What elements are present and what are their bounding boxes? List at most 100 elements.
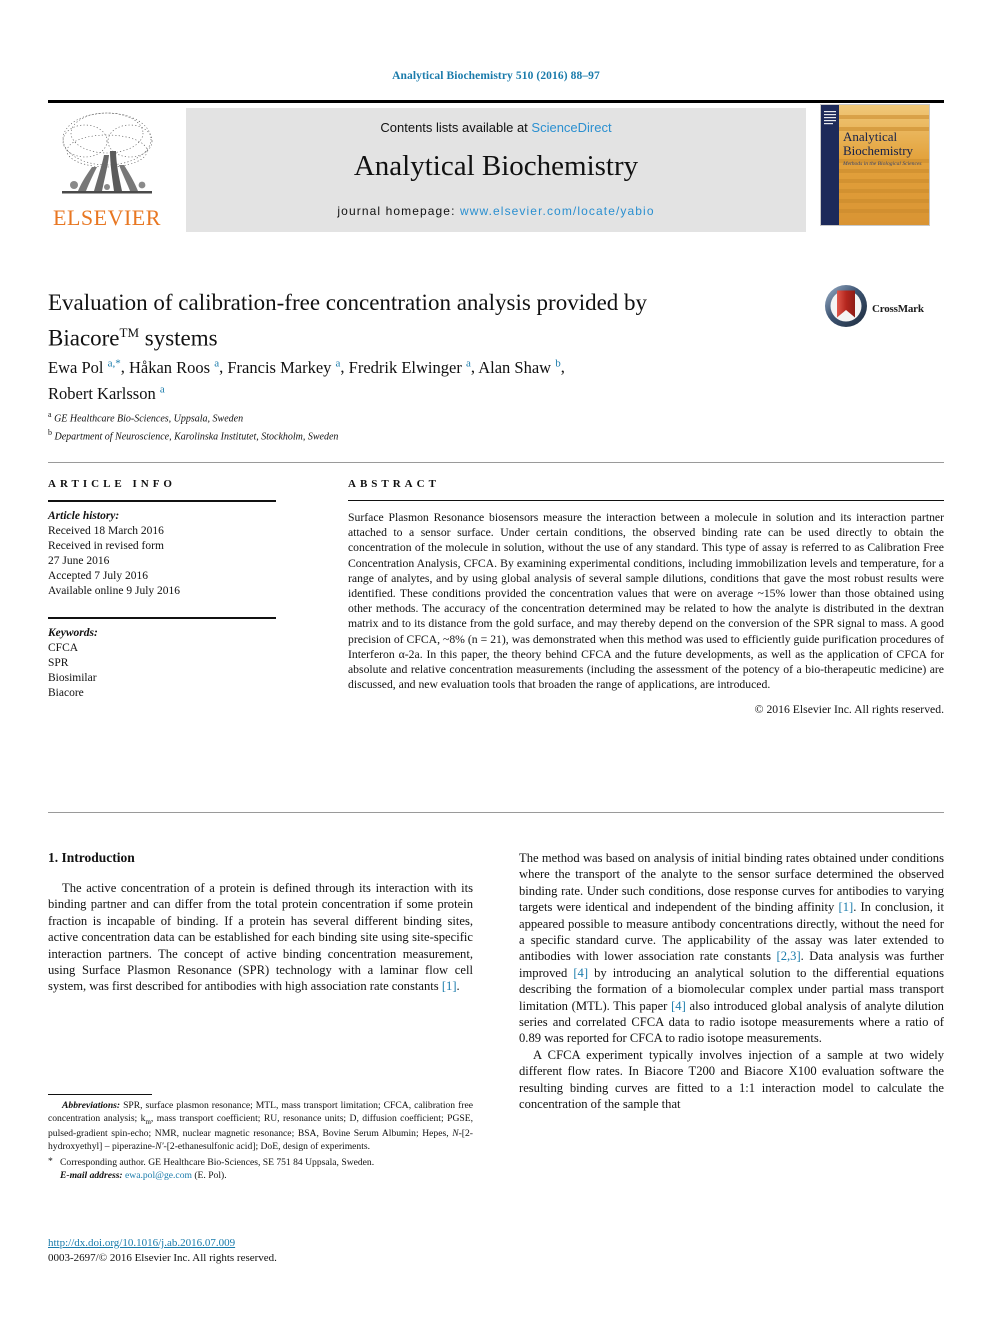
author-name: Robert Karlsson	[48, 384, 156, 403]
citation-ref[interactable]: [2,3]	[777, 949, 801, 963]
journal-homepage-link[interactable]: www.elsevier.com/locate/yabio	[460, 204, 655, 218]
paragraph: A CFCA experiment typically involves inj…	[519, 1047, 944, 1112]
affiliation-mark: a	[48, 410, 52, 419]
author-marks: a	[214, 357, 220, 369]
author-item: Alan Shaw b	[478, 357, 561, 377]
crossmark-icon	[825, 285, 867, 327]
history-item: Available online 9 July 2016	[48, 585, 181, 597]
author-marks: a	[335, 357, 341, 369]
paragraph-text-end: .	[456, 979, 460, 994]
keyword-item: Biacore	[48, 687, 84, 699]
history-item: 27 June 2016	[48, 555, 110, 567]
corresponding-author-marker: *	[48, 1156, 53, 1168]
abstract-bottom-rule	[48, 812, 944, 813]
paragraph: The active concentration of a protein is…	[48, 880, 473, 995]
abbreviations-italic-2: N'	[155, 1140, 164, 1152]
keyword-item: Biosimilar	[48, 672, 97, 684]
journal-homepage-line: journal homepage: www.elsevier.com/locat…	[186, 204, 806, 218]
trademark-mark: TM	[119, 325, 140, 340]
journal-cover-thumbnail: Analytical Biochemistry Methods in the B…	[820, 104, 930, 226]
paragraph: The method was based on analysis of init…	[519, 850, 944, 1047]
abstract-copyright: © 2016 Elsevier Inc. All rights reserved…	[754, 703, 944, 717]
author-marks: a	[159, 383, 165, 396]
author-name: Ewa Pol	[48, 357, 104, 377]
affiliation-mark: b	[48, 427, 52, 437]
abstract-text: Surface Plasmon Resonance biosensors mea…	[348, 511, 944, 692]
author-item: Francis Markey a	[227, 357, 341, 377]
author-name: Fredrik Elwinger	[348, 357, 462, 377]
keywords-block: Keywords: CFCA SPR Biosimilar Biacore	[48, 626, 313, 701]
citation-ref[interactable]: [1]	[442, 979, 457, 993]
elsevier-tree-icon	[52, 107, 162, 203]
title-line-2-rest: systems	[139, 325, 218, 351]
elsevier-wordmark: ELSEVIER	[53, 205, 161, 230]
author-item: Robert Karlsson a	[48, 383, 165, 404]
article-history-label: Article history:	[48, 510, 120, 522]
affiliation-item: b Department of Neuroscience, Karolinska…	[48, 426, 648, 444]
abstract-rule	[348, 500, 944, 501]
affiliation-text: GE Healthcare Bio-Sciences, Uppsala, Swe…	[54, 413, 244, 425]
affiliation-list: a GE Healthcare Bio-Sciences, Uppsala, S…	[48, 408, 648, 444]
journal-masthead: ELSEVIER Contents lists available at Sci…	[48, 100, 944, 232]
contents-available-line: Contents lists available at ScienceDirec…	[186, 120, 806, 135]
abstract-heading: ABSTRACT	[348, 478, 440, 490]
abbreviations-label: Abbreviations:	[62, 1100, 121, 1111]
keywords-rule	[48, 617, 276, 619]
contents-prefix: Contents lists available at	[380, 120, 532, 135]
paragraph-text: The active concentration of a protein is…	[48, 881, 473, 994]
author-marks: b	[555, 357, 561, 369]
citation-ref[interactable]: [4]	[573, 966, 588, 980]
keyword-item: CFCA	[48, 642, 79, 654]
affiliation-text: Department of Neuroscience, Karolinska I…	[54, 431, 339, 443]
sciencedirect-link[interactable]: ScienceDirect	[531, 120, 611, 135]
abstract-block: ABSTRACT Surface Plasmon Resonance biose…	[348, 478, 944, 716]
article-info-block: ARTICLE INFO Article history: Received 1…	[48, 478, 313, 701]
email-link[interactable]: ewa.pol@ge.com	[125, 1170, 192, 1181]
elsevier-logo: ELSEVIER	[48, 107, 166, 232]
doi-link[interactable]: http://dx.doi.org/10.1016/j.ab.2016.07.0…	[48, 1236, 478, 1251]
body-column-right: The method was based on analysis of init…	[519, 850, 944, 1113]
info-section-top-rule	[48, 462, 944, 463]
footnote-block: Abbreviations: SPR, surface plasmon reso…	[48, 1100, 473, 1182]
crossmark-label: CrossMark	[872, 303, 924, 315]
author-item: Fredrik Elwinger a	[348, 357, 471, 377]
running-head: Analytical Biochemistry 510 (2016) 88–97	[392, 70, 600, 82]
keywords-label: Keywords:	[48, 627, 98, 639]
author-marks: a	[465, 357, 471, 369]
history-item: Received 18 March 2016	[48, 525, 164, 537]
abbreviations-text-4: -[2-ethanesulfonic acid]; DoE, design of…	[163, 1140, 371, 1152]
section-heading-introduction: 1. Introduction	[48, 850, 135, 865]
masthead-panel: Contents lists available at ScienceDirec…	[186, 108, 806, 232]
page-title: Evaluation of calibration-free concentra…	[48, 288, 808, 354]
author-item: Håkan Roos a	[128, 357, 220, 377]
journal-title: Analytical Biochemistry	[353, 150, 639, 182]
svg-text:Biochemistry: Biochemistry	[843, 143, 914, 158]
title-line-1: Evaluation of calibration-free concentra…	[48, 290, 648, 315]
article-first-page: Analytical Biochemistry 510 (2016) 88–97	[0, 0, 992, 1323]
abbreviations-note: Abbreviations: SPR, surface plasmon reso…	[48, 1100, 473, 1153]
body-column-left: 1. Introduction The active concentration…	[48, 850, 473, 995]
article-history: Article history: Received 18 March 2016 …	[48, 509, 313, 599]
issn-copyright-line: 0003-2697/© 2016 Elsevier Inc. All right…	[48, 1252, 277, 1264]
footnote-rule	[48, 1094, 152, 1095]
svg-text:Methods in the Biological Scie: Methods in the Biological Sciences	[842, 161, 922, 167]
citation-ref[interactable]: [4]	[671, 999, 686, 1013]
svg-text:Analytical: Analytical	[843, 129, 898, 144]
email-suffix: (E. Pol).	[191, 1169, 227, 1181]
masthead-top-rule	[48, 100, 944, 103]
citation-ref[interactable]: [1]	[839, 900, 854, 914]
author-name: Alan Shaw	[478, 357, 552, 377]
keyword-item: SPR	[48, 657, 69, 669]
crossmark-badge[interactable]: CrossMark	[824, 284, 944, 340]
article-info-rule	[48, 500, 276, 502]
author-name: Håkan Roos	[128, 357, 211, 377]
doi-block: http://dx.doi.org/10.1016/j.ab.2016.07.0…	[48, 1236, 478, 1266]
email-label: E-mail address:	[60, 1169, 123, 1181]
history-item: Accepted 7 July 2016	[48, 570, 148, 582]
author-name: Francis Markey	[227, 357, 332, 377]
author-list: Ewa Pol a,*, Håkan Roos a, Francis Marke…	[48, 357, 565, 404]
history-item: Received in revised form	[48, 540, 164, 552]
affiliation-item: a GE Healthcare Bio-Sciences, Uppsala, S…	[48, 408, 648, 426]
corresponding-author-text: Corresponding author. GE Healthcare Bio-…	[60, 1157, 375, 1169]
author-marks: a,*	[107, 357, 121, 369]
